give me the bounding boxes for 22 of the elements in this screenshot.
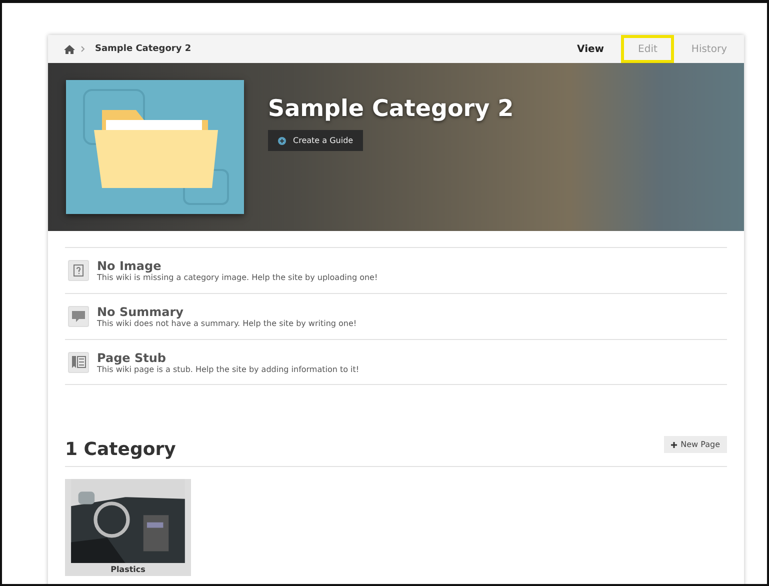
chevron-icon xyxy=(81,46,85,52)
create-guide-button[interactable]: Create a Guide xyxy=(268,130,364,151)
notice-title: No Summary xyxy=(97,305,184,319)
notice-text: This wiki page is a stub. Help the site by adding information to it! xyxy=(97,364,360,374)
new-page-button[interactable]: New Page xyxy=(664,436,727,453)
home-icon[interactable] xyxy=(64,44,75,54)
plus-circle-icon xyxy=(278,136,286,144)
page-title: Sample Category 2 xyxy=(268,96,514,122)
speech-bubble-icon xyxy=(72,310,85,322)
category-tile[interactable]: Plastics xyxy=(65,479,191,576)
notice-text: This wiki is missing a category image. Help the site by uploading one! xyxy=(97,273,378,282)
plus-icon xyxy=(670,442,677,448)
notice-text: This wiki does not have a summary. Help the site by writing one! xyxy=(97,319,357,328)
tab[interactable]: View xyxy=(560,35,622,63)
folder-icon xyxy=(66,80,244,214)
page-icon xyxy=(72,356,86,368)
notice-title: Page Stub xyxy=(97,350,167,364)
help-icon xyxy=(73,264,84,277)
category-label: Plastics xyxy=(110,564,146,576)
section-heading: 1 Category xyxy=(65,438,176,460)
breadcrumb-item[interactable]: Sample Category 2 xyxy=(95,44,192,54)
notice-title: No Image xyxy=(97,259,162,273)
